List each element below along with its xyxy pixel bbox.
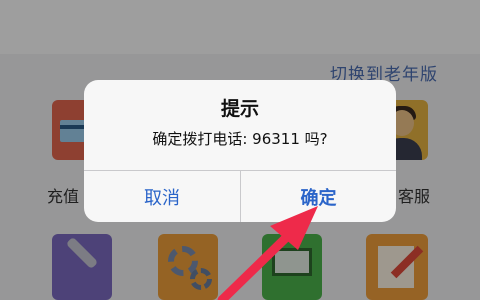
cancel-button[interactable]: 取消 [84, 171, 240, 222]
dialog-message: 确定拨打电话: 96311 吗? [152, 130, 328, 148]
confirm-button[interactable]: 确定 [241, 171, 396, 222]
dialog-title: 提示 [220, 98, 259, 120]
call-confirm-dialog: 提示 确定拨打电话: 96311 吗? 取消 确定 [84, 80, 396, 222]
